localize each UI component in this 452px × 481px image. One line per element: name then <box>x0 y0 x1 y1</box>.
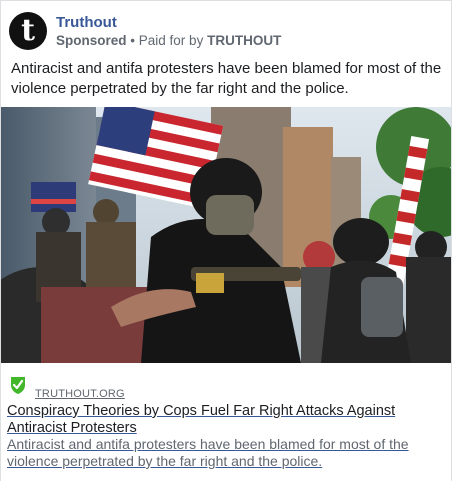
post-header-text: Truthout Sponsored • Paid for by TRUTHOU… <box>56 13 281 50</box>
payer-name[interactable]: TRUTHOUT <box>207 33 281 48</box>
link-headline[interactable]: Conspiracy Theories by Cops Fuel Far Rig… <box>7 403 437 437</box>
sponsored-line: Sponsored • Paid for by TRUTHOUT <box>56 32 281 50</box>
link-domain[interactable]: TRUTHOUT.ORG <box>35 388 125 400</box>
link-preview-image[interactable] <box>1 107 451 363</box>
paid-for-label: Paid for by <box>138 32 204 48</box>
link-preview[interactable]: TRUTHOUT.ORG Conspiracy Theories by Cops… <box>1 363 451 481</box>
page-name-link[interactable]: Truthout <box>56 13 281 32</box>
avatar-letter: t <box>21 13 35 48</box>
post-header: t Truthout Sponsored • Paid for by TRUTH… <box>9 10 281 52</box>
link-description[interactable]: Antiracist and antifa protesters have be… <box>7 436 437 470</box>
post-message: Antiracist and antifa protesters have be… <box>11 60 442 97</box>
truthout-logo-icon[interactable]: t <box>9 12 47 50</box>
sponsored-label[interactable]: Sponsored <box>56 33 127 48</box>
shield-check-icon <box>11 377 25 394</box>
separator-dot: • <box>130 32 136 48</box>
sponsored-post-card: t Truthout Sponsored • Paid for by TRUTH… <box>0 0 452 481</box>
protest-photo <box>1 107 451 363</box>
